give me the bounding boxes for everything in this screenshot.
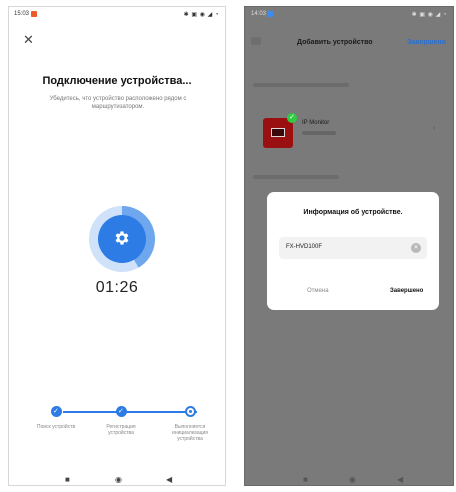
- status-icons: ✱ ▣ ◉ ◢ ◔: [183, 12, 219, 18]
- page-title: Подключение устройства...: [42, 75, 192, 87]
- gear-icon: [115, 231, 129, 245]
- notification-icon: [267, 11, 273, 17]
- dialog-title: Информация об устройстве.: [303, 209, 403, 216]
- check-badge-icon: ✓: [287, 113, 297, 123]
- status-bar: 14:03 ✱ ▣ ◉ ◢ ◔: [245, 7, 453, 23]
- add-device-screen: 14:03 ✱ ▣ ◉ ◢ ◔ Добавить устройство Заве…: [244, 6, 454, 486]
- device-name-input[interactable]: FX-HVD100F ✕: [279, 237, 427, 259]
- cancel-button[interactable]: Отмена: [307, 288, 329, 294]
- close-icon[interactable]: ✕: [23, 33, 34, 46]
- system-nav-bar: ■ ◉ ◀: [9, 473, 225, 485]
- device-info-dialog: Информация об устройстве. FX-HVD100F ✕ О…: [267, 192, 439, 310]
- connecting-screen: 15:03 ✱ ▣ ◉ ◢ ◔ ✕ Подключение устройства…: [8, 6, 226, 486]
- step-dot-init: [185, 406, 196, 417]
- device-status: [302, 131, 336, 135]
- recents-button[interactable]: ■: [65, 473, 70, 485]
- step-label-register: Регистрация устройства: [106, 424, 136, 436]
- chevron-right-icon[interactable]: ›: [433, 125, 435, 132]
- step-dot-search: ✓: [51, 406, 62, 417]
- status-bar: 15:03 ✱ ▣ ◉ ◢ ◔: [9, 7, 225, 23]
- steps-progress-line: [63, 411, 197, 413]
- device-name-value: FX-HVD100F: [286, 244, 323, 250]
- status-icons: ✱ ▣ ◉ ◢ ◔: [411, 12, 447, 18]
- device-name[interactable]: IP Monitor: [302, 120, 329, 126]
- system-nav-bar: ■ ◉ ◀: [245, 473, 453, 485]
- countdown-timer: 01:26: [95, 279, 139, 296]
- section-header: [253, 175, 339, 179]
- confirm-button[interactable]: Завершено: [390, 288, 423, 294]
- home-button[interactable]: ◉: [115, 473, 122, 485]
- step-label-search: Поиск устройств: [36, 424, 76, 430]
- hint-text: Убедитесь, что устройство расположено ря…: [49, 96, 187, 110]
- monitor-icon: [271, 128, 285, 137]
- section-header: [253, 83, 349, 87]
- back-button[interactable]: ◀: [166, 473, 172, 485]
- status-time: 14:03: [251, 11, 267, 17]
- recents-button[interactable]: ■: [303, 473, 308, 485]
- home-button[interactable]: ◉: [349, 473, 356, 485]
- step-label-init: Выполняется инициализация устройства: [172, 424, 208, 442]
- step-dot-register: ✓: [116, 406, 127, 417]
- status-time: 15:03: [14, 11, 30, 17]
- back-icon[interactable]: [251, 37, 261, 45]
- notification-icon: [31, 11, 37, 17]
- check-icon: ✓: [118, 408, 124, 415]
- clear-icon[interactable]: ✕: [411, 243, 421, 253]
- page-title: Добавить устройство: [297, 39, 373, 46]
- back-button[interactable]: ◀: [397, 473, 403, 485]
- check-icon: ✓: [53, 408, 59, 415]
- done-link[interactable]: Завершено: [407, 39, 446, 46]
- device-image: [263, 118, 293, 148]
